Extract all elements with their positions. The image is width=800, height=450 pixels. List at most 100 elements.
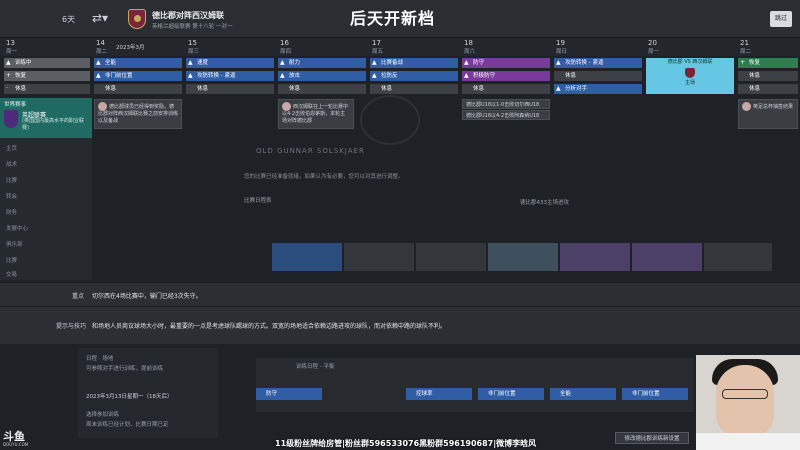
session-19-1[interactable]: ▲ 攻防转换 - 紧逼 (554, 58, 642, 68)
grid-cell[interactable] (560, 243, 630, 271)
session-18-1[interactable]: ▲ 防守 (462, 58, 550, 68)
training-plan-table: 训练日程 - 平衡 防守 控球率 非门前位置 全能 非门前位置 (256, 358, 694, 412)
tips-strip: 提示与技巧 和场地人员商议球场大小时，最重要的一点是考虑球队踢球的方式。双宽的场… (0, 306, 800, 344)
grid-cell[interactable] (344, 243, 414, 271)
session-13-1[interactable]: ▲ 训练中 (4, 58, 90, 68)
training-settings-button[interactable]: 修改德比郡训练新设置 (615, 432, 689, 444)
modal-message: 您的比赛已经准备就绪，如果认为有必要，您可以对其进行调整。 (244, 174, 404, 180)
day-header-17[interactable]: 17 周五 (370, 38, 458, 56)
grid-cell[interactable] (488, 243, 558, 271)
back-icon[interactable]: ⇄▾ (92, 11, 114, 25)
opponent-crest-icon (685, 68, 695, 78)
nav-item-3[interactable]: 转会 (6, 192, 17, 200)
nav-item-7[interactable]: 比赛 (6, 256, 17, 264)
plan-cell-0[interactable]: 防守 (256, 388, 322, 400)
event-card-16[interactable]: 西汉姆联在上一轮比赛中以4-2击败伯恩茅斯，本轮主场对阵德比郡 (278, 99, 354, 129)
stream-title: 后天开新档 (350, 9, 436, 28)
training-icon: ▲ (96, 59, 101, 66)
nav-item-8[interactable]: 交易 (6, 270, 17, 278)
top-bar: 6天 ⇄▾ 德比郡对阵西汉姆联 英格兰超级联赛 第十八轮 一对一 后天开新档 跳… (0, 0, 800, 38)
match-day-card[interactable]: 德比郡 VS 西汉姆联 主场 (646, 58, 734, 94)
session-15-1[interactable]: ▲ 速度 (186, 58, 274, 68)
nav-item-0[interactable]: 主页 (6, 144, 17, 152)
plan-cell-4[interactable]: 非门前位置 (622, 388, 688, 400)
training-icon: ▲ (280, 72, 285, 79)
session-21-3[interactable]: 休息 (738, 84, 798, 94)
day-header-14[interactable]: 14 周二 2023年3月 (94, 38, 182, 56)
day-header-20[interactable]: 20 周一 (646, 38, 734, 56)
news-icon (742, 102, 751, 111)
session-16-2[interactable]: ▲ 放击 (278, 71, 366, 81)
day-header-16[interactable]: 16 周四 (278, 38, 366, 56)
nav-item-4[interactable]: 财务 (6, 208, 17, 216)
training-icon: ▲ (96, 72, 101, 79)
glasses-icon (722, 389, 768, 399)
session-17-2[interactable]: ▲ 拉防反 (370, 71, 458, 81)
plan-cell-1[interactable]: 控球率 (406, 388, 472, 400)
recovery-icon: + (6, 72, 12, 79)
plan-cell-3[interactable]: 全能 (550, 388, 616, 400)
competition-card[interactable]: 世界赛事 英超联赛 (英国国内最高水平的职业联赛) (0, 98, 92, 138)
day-header-13[interactable]: 13 周一 (4, 38, 90, 56)
schedule-summary-panel: 日程 · 场地 可参照对手进行训练，提前训练 2023年3月13日星期一（18天… (78, 348, 218, 438)
session-17-3[interactable]: 休息 (370, 84, 458, 94)
nav-item-1[interactable]: 战术 (6, 160, 17, 168)
session-19-2[interactable]: 休息 (554, 71, 642, 81)
nav-item-6[interactable]: 俱乐部 (6, 240, 23, 248)
training-icon: ▲ (464, 72, 469, 79)
news-icon (98, 102, 107, 111)
days-remaining: 6天 (62, 15, 76, 24)
training-icon: ▲ (372, 59, 377, 66)
training-icon: ▲ (6, 59, 11, 66)
next-match-subtitle: 英格兰超级联赛 第十八轮 一对一 (152, 24, 233, 30)
grid-cell[interactable] (416, 243, 486, 271)
training-icon: ▲ (188, 59, 193, 66)
training-icon: ▲ (188, 72, 193, 79)
session-19-3[interactable]: ▲ 分析对手 (554, 84, 642, 94)
event-card-18b[interactable]: 德比郡U18以4-2击败阿森纳U18 (462, 110, 550, 120)
training-icon: ▲ (556, 59, 561, 66)
plan-cell-2[interactable]: 非门前位置 (478, 388, 544, 400)
next-match-title[interactable]: 德比郡对阵西汉姆联 (152, 10, 224, 21)
session-15-3[interactable]: 休息 (186, 84, 274, 94)
session-13-3[interactable]: · 休息 (4, 84, 90, 94)
plan-selector[interactable]: 训练日程 - 平衡 (296, 362, 334, 370)
session-16-1[interactable]: ▲ 耐力 (278, 58, 366, 68)
event-card-18a[interactable]: 德比郡U18以1-0击败切尔西U18 (462, 99, 550, 109)
session-17-1[interactable]: ▲ 比赛备战 (370, 58, 458, 68)
club-watermark-icon (360, 95, 420, 145)
session-16-3[interactable]: 休息 (278, 84, 366, 94)
day-header-18[interactable]: 18 周六 (462, 38, 550, 56)
nav-item-2[interactable]: 比赛 (6, 176, 17, 184)
event-card-14[interactable]: 德比郡球员已经得到奖励，德比郡对阵西汉姆联比赛之前安排训练以及备战 (94, 99, 182, 129)
session-21-2[interactable]: 休息 (738, 71, 798, 81)
session-18-2[interactable]: ▲ 积极防守 (462, 71, 550, 81)
recovery-icon: + (740, 59, 746, 66)
key-info-strip: 重点 切尔西在4场比赛中，输门已经3次失守。 (0, 282, 800, 306)
webcam-feed (696, 355, 800, 450)
session-13-2[interactable]: + 恢复 (4, 71, 90, 81)
continue-button[interactable]: 跳过 (770, 11, 792, 27)
month-label: 2023年3月 (116, 45, 145, 51)
grid-cell[interactable] (632, 243, 702, 271)
grid-cell[interactable] (272, 243, 342, 271)
douyu-logo-sub: DOUYU.COM (3, 442, 29, 447)
session-14-2[interactable]: ▲ 非门前位置 (94, 71, 182, 81)
nav-item-5[interactable]: 发展中心 (6, 224, 28, 232)
news-icon (282, 102, 291, 111)
event-card-21[interactable]: 英足总杯抽签结果 (738, 99, 798, 129)
session-15-2[interactable]: ▲ 攻防转换 - 紧逼 (186, 71, 274, 81)
club-crest-icon (128, 9, 146, 29)
analysis-icon: ▲ (556, 85, 561, 92)
session-21-1[interactable]: + 恢复 (738, 58, 798, 68)
rest-icon: · (6, 85, 8, 92)
session-14-1[interactable]: ▲ 全能 (94, 58, 182, 68)
session-14-3[interactable]: 休息 (94, 84, 182, 94)
grid-cell[interactable] (704, 243, 772, 271)
day-header-19[interactable]: 19 周日 (554, 38, 642, 56)
tactic-label[interactable]: 德比郡433主场进攻 (520, 198, 569, 206)
session-18-3[interactable]: 休息 (462, 84, 550, 94)
day-header-21[interactable]: 21 周二 (738, 38, 798, 56)
day-header-15[interactable]: 15 周三 (186, 38, 274, 56)
schedule-tab[interactable]: 比赛日程表 (244, 196, 272, 204)
